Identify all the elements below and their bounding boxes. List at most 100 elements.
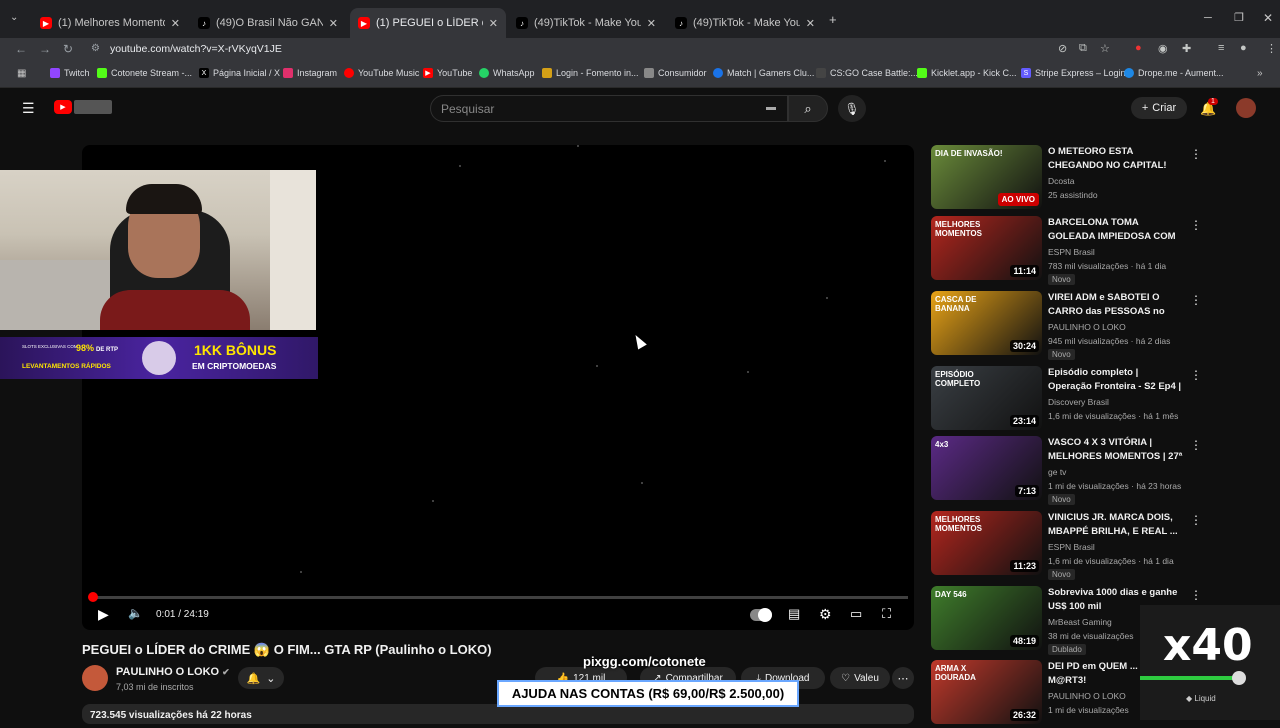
recommendation-item[interactable]: DIA DE INVASÃO! AO VIVO O METEORO ESTA CHE… [931,145,1202,213]
bookmark-item[interactable]: CS:GO Case Battle:... [816,68,918,78]
bookmark-item[interactable]: Drope.me - Aument... [1124,68,1224,78]
more-options-icon[interactable]: ⋮ [1190,147,1202,161]
recommendation-channel[interactable]: PAULINHO O LOKO [1048,691,1126,701]
theater-mode-icon[interactable]: ▭ [850,606,862,622]
bookmark-item[interactable]: S Stripe Express – Login [1021,68,1126,78]
recommendation-channel[interactable]: PAULINHO O LOKO [1048,322,1126,332]
progress-bar[interactable] [88,592,908,602]
recommendation-channel[interactable]: ESPN Brasil [1048,247,1095,257]
recommendation-item[interactable]: MELHORES MOMENTOS 11:14 BARCELONA TOMA GOL… [931,216,1202,285]
create-button[interactable]: + Criar [1131,97,1187,119]
extension-icon[interactable]: ● [1135,42,1142,54]
video-thumbnail[interactable]: EPISÓDIO COMPLETO 23:14 [931,366,1042,430]
browser-tab-3[interactable]: ▶ (1) PEGUEI o LÍDER do CRIME ✕ [350,8,506,38]
subtitles-icon[interactable]: ▤ [788,606,800,622]
fullscreen-icon[interactable]: ⛶ [882,606,891,622]
subscribed-button[interactable]: 🔔 ⌄ [238,667,284,689]
channel-name[interactable]: PAULINHO O LOKO ✔ [116,666,230,678]
more-options-icon[interactable]: ⋮ [1190,588,1202,602]
more-options-icon[interactable]: ⋮ [1190,368,1202,382]
minimize-icon[interactable]: ─ [1204,12,1212,24]
avatar[interactable] [1236,98,1256,118]
search-button[interactable]: ⌕ [788,95,828,122]
more-options-icon[interactable]: ⋮ [1190,513,1202,527]
voice-search-button[interactable]: 🎙 [838,95,866,122]
bookmark-item[interactable]: Consumidor [644,68,707,78]
recommendation-channel[interactable]: MrBeast Gaming [1048,617,1112,627]
settings-icon[interactable]: ⚙ [819,606,832,623]
recommendation-title[interactable]: BARCELONA TOMA GOLEADA IMPIEDOSA COM DIR… [1048,216,1184,244]
restore-icon[interactable]: ❐ [1234,11,1244,24]
volume-icon[interactable]: 🔈 [128,606,143,620]
install-icon[interactable]: ⧉ [1079,42,1087,55]
recommendation-title[interactable]: VIREI ADM e SABOTEI O CARRO das PESSOAS … [1048,291,1184,319]
site-info-icon[interactable]: ⚙ [91,43,100,54]
recommendation-item[interactable]: MELHORES MOMENTOS 11:23 VINICIUS JR. MARCA… [931,511,1202,580]
forward-icon[interactable]: → [39,42,51,56]
new-tab-button[interactable]: + [829,12,837,27]
back-icon[interactable]: ← [15,42,27,56]
video-thumbnail[interactable]: ARMA X DOURADA 26:32 [931,660,1042,724]
bookmark-item[interactable]: Instagram [283,68,337,78]
hamburger-menu-icon[interactable]: ☰ [22,100,35,117]
chevron-right-icon[interactable]: » [1257,68,1263,79]
more-options-icon[interactable]: ⋮ [1190,438,1202,452]
close-icon[interactable]: ✕ [329,17,338,30]
browser-tab-5[interactable]: ♪ (49)TikTok - Make Your Day ✕ [667,8,823,38]
bookmark-item[interactable]: Match | Gamers Clu... [713,68,814,78]
star-icon[interactable]: ☆ [1100,42,1110,55]
bookmark-item[interactable]: ▶ YouTube [423,68,472,78]
description-box[interactable]: 723.545 visualizações há 22 horas [82,704,914,724]
recommendation-title[interactable]: VINICIUS JR. MARCA DOIS, MBAPPÉ BRILHA, … [1048,511,1184,539]
eye-off-icon[interactable]: ⊘ [1058,42,1067,55]
autoplay-toggle[interactable] [750,608,772,622]
more-actions-button[interactable]: ⋯ [892,667,914,689]
close-window-icon[interactable]: ✕ [1263,11,1273,25]
video-thumbnail[interactable]: 4x3 7:13 [931,436,1042,500]
recommendation-channel[interactable]: Discovery Brasil [1048,397,1109,407]
recommendation-title[interactable]: Episódio completo | Operação Fronteira -… [1048,366,1184,394]
url-field[interactable]: youtube.com/watch?v=X-rVKyqV1JE [110,43,282,55]
browser-tab-4[interactable]: ♪ (49)TikTok - Make Your Day ✕ [508,8,664,38]
close-icon[interactable]: ✕ [647,17,656,30]
bookmark-item[interactable]: Twitch [50,68,90,78]
extension-icon[interactable]: ◉ [1158,42,1168,55]
recommendation-item[interactable]: EPISÓDIO COMPLETO 23:14 Episódio completo … [931,366,1202,434]
channel-avatar[interactable] [82,665,108,691]
search-input[interactable]: Pesquisar [430,95,788,122]
apps-icon[interactable]: ▦ [17,68,26,79]
video-thumbnail[interactable]: MELHORES MOMENTOS 11:14 [931,216,1042,280]
tab-search-icon[interactable]: ⌄ [10,12,18,23]
close-icon[interactable]: ✕ [171,17,180,30]
video-thumbnail[interactable]: DIA DE INVASÃO! AO VIVO [931,145,1042,209]
reload-icon[interactable]: ↻ [63,42,73,56]
recommendation-item[interactable]: CASCA DE BANANA 30:24 VIREI ADM e SABOTEI … [931,291,1202,360]
media-icon[interactable]: ≡ [1218,42,1224,54]
bookmark-item[interactable]: WhatsApp [479,68,535,78]
keyboard-icon[interactable]: ▬ [766,102,776,113]
bookmark-item[interactable]: Kicklet.app - Kick C... [917,68,1017,78]
browser-tab-1[interactable]: ▶ (1) Melhores Momentos | UFC ✕ [32,8,188,38]
recommendation-item[interactable]: 4x3 7:13 VASCO 4 X 3 VITÓRIA | MELHORES MO… [931,436,1202,505]
thanks-button[interactable]: ♡ Valeu [830,667,890,689]
video-thumbnail[interactable]: CASCA DE BANANA 30:24 [931,291,1042,355]
bookmark-item[interactable]: YouTube Music [344,68,419,78]
recommendation-title[interactable]: O METEORO ESTA CHEGANDO NO CAPITAL! (DID… [1048,145,1184,173]
more-options-icon[interactable]: ⋮ [1190,293,1202,307]
bookmark-item[interactable]: Cotonete Stream -... [97,68,192,78]
recommendation-channel[interactable]: ge tv [1048,467,1066,477]
video-thumbnail[interactable]: MELHORES MOMENTOS 11:23 [931,511,1042,575]
close-icon[interactable]: ✕ [806,17,815,30]
profile-icon[interactable]: ● [1240,42,1247,54]
more-options-icon[interactable]: ⋮ [1190,218,1202,232]
menu-icon[interactable]: ⋮ [1266,42,1277,55]
youtube-logo-icon[interactable]: ▶ [54,100,72,114]
bookmark-item[interactable]: Login - Fomento in... [542,68,639,78]
close-icon[interactable]: ✕ [489,17,498,30]
bookmark-item[interactable]: X Página Inicial / X [199,68,280,78]
browser-tab-2[interactable]: ♪ (49)O Brasil Não GANHARÁ a C ✕ [190,8,346,38]
puzzle-icon[interactable]: ✚ [1182,42,1191,55]
scrubber-handle[interactable] [88,592,98,602]
recommendation-title[interactable]: VASCO 4 X 3 VITÓRIA | MELHORES MOMENTOS … [1048,436,1184,464]
recommendation-channel[interactable]: Dcosta [1048,176,1074,186]
